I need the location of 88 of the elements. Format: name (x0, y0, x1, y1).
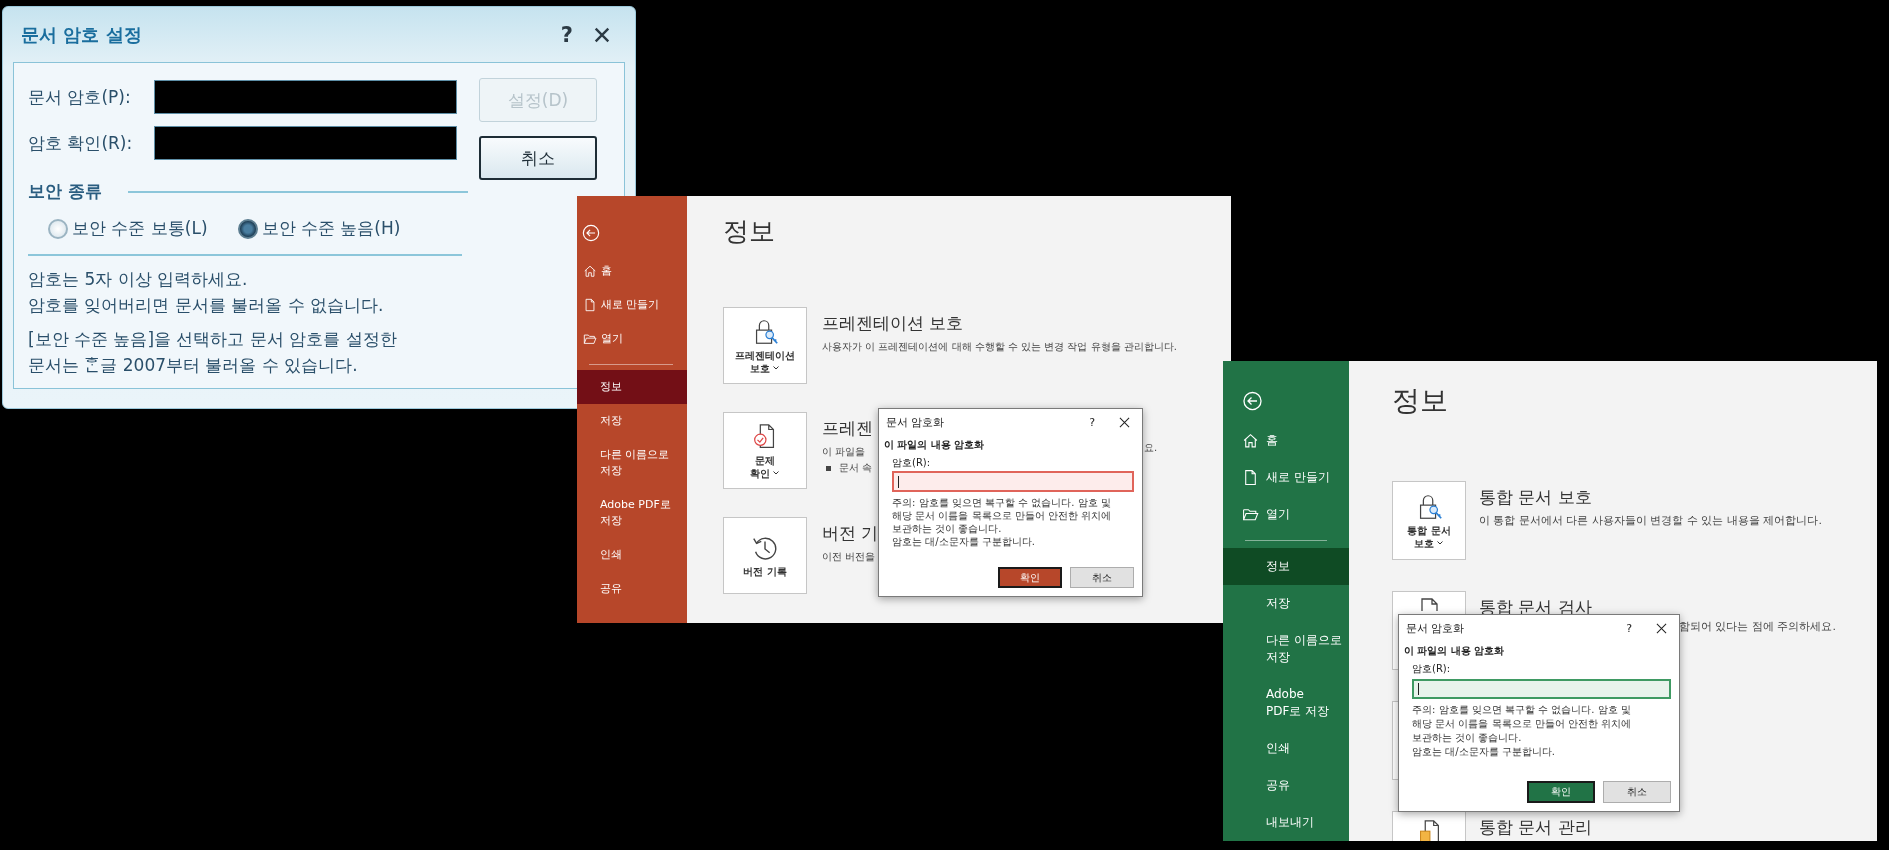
sidebar-item[interactable]: 내보내기 (1223, 804, 1349, 841)
sidebar-item[interactable]: 새로 만들기 (1223, 459, 1349, 497)
radio-label: 보안 수준 높음(H) (261, 217, 401, 240)
dialog-button[interactable]: 취소 (1070, 567, 1134, 588)
sidebar-label: 저장 (1266, 595, 1290, 612)
dialog-title: 문서 암호화 (886, 414, 945, 430)
sidebar-item[interactable]: Adobe PDF로 저장 (1223, 676, 1349, 730)
sidebar-item[interactable]: 홈 (1223, 422, 1349, 460)
description-text: 사용자가 이 프레젠테이션에 대해 수행할 수 있는 변경 작업 유형을 관리합니다. (822, 341, 1177, 352)
sidebar-item[interactable]: 열기 (577, 322, 687, 356)
info-text: [보안 수준 높음]을 선택하고 문서 암호를 설정한 (28, 328, 397, 351)
note-text: 해당 문서 이름을 목록으로 만들어 안전한 위치에 (892, 509, 1112, 522)
note-text: 주의: 암호를 잊으면 복구할 수 없습니다. 암호 및 (892, 496, 1111, 509)
help-button[interactable]: ? (560, 22, 573, 47)
note-text: 암호는 대/소문자를 구분합니다. (1412, 745, 1555, 759)
sidebar-item[interactable]: 새로 만들기 (577, 288, 687, 322)
description-text: 요. (1144, 441, 1158, 455)
sidebar-item[interactable]: 저장 (577, 404, 687, 438)
help-button[interactable]: ? (1626, 621, 1632, 635)
note-text: 보관하는 것이 좋습니다. (892, 522, 1002, 535)
section-heading: 프레젠테이션 보호 (822, 312, 964, 335)
sidebar-label: 저장 (600, 413, 622, 429)
sidebar-label: Adobe PDF로 저장 (1266, 686, 1331, 720)
sidebar-label: 홈 (1266, 432, 1278, 450)
sidebar-label: 다른 이름으로 저장 (1266, 632, 1343, 666)
sidebar-label: 열기 (601, 331, 623, 347)
option-button[interactable]: 통합 문서 보호 (1392, 481, 1466, 560)
sidebar-item[interactable]: 다른 이름으로 저장 (1223, 622, 1349, 676)
sidebar-item[interactable]: 공유 (1223, 767, 1349, 804)
section-title: 보안 종류 (28, 180, 102, 203)
sidebar-item[interactable]: 정보 (1223, 548, 1349, 585)
dialog-title: 문서 암호 설정 (21, 22, 142, 47)
description-text: 함되어 있다는 점에 주의하세요. (1679, 619, 1836, 635)
help-button[interactable]: ? (1089, 415, 1095, 429)
radio-label: 보안 수준 보통(L) (72, 217, 208, 240)
dialog-button[interactable]: 취소 (1603, 781, 1671, 803)
note-text: 암호는 대/소문자를 구분합니다. (892, 535, 1035, 548)
note-text: 주의: 암호를 잊으면 복구할 수 없습니다. 암호 및 (1412, 703, 1631, 717)
description-text: 이 통합 문서에서 다른 사용자들이 변경할 수 있는 내용을 제어합니다. (1479, 514, 1822, 527)
sidebar-label: 열기 (1266, 506, 1290, 524)
description-text: 이전 버전을 (822, 551, 876, 562)
description-text: 이 파일을 (822, 446, 866, 457)
note-text: 보관하는 것이 좋습니다. (1412, 731, 1522, 745)
sidebar-label: 홈 (601, 263, 612, 279)
section-heading: 통합 문서 관리 (1479, 816, 1592, 839)
sidebar-item[interactable]: 홈 (577, 254, 687, 288)
sidebar-item[interactable]: Adobe PDF로 저장 (577, 488, 687, 538)
dialog-heading: 이 파일의 내용 암호화 (884, 438, 985, 452)
sidebar-label: 공유 (1266, 777, 1290, 794)
sidebar-label: 내보내기 (1266, 814, 1314, 831)
sidebar-label: 정보 (1266, 558, 1290, 575)
dialog-button[interactable]: 확인 (998, 567, 1062, 588)
sidebar-label: Adobe PDF로 저장 (600, 497, 672, 529)
sidebar-item[interactable]: 저장 (1223, 585, 1349, 622)
option-button[interactable]: 문제 확인 (723, 412, 807, 489)
dialog-title: 문서 암호화 (1406, 620, 1465, 636)
sidebar-label: 공유 (600, 581, 622, 597)
info-text: 암호를 잊어버리면 문서를 불러올 수 없습니다. (28, 294, 384, 317)
sidebar-label: 인쇄 (600, 547, 622, 563)
dialog-button[interactable]: 취소 (479, 136, 597, 180)
page-heading: 정보 (1392, 383, 1448, 419)
info-text: 문서는 ᄒᆞᆫ글 2007부터 불러올 수 있습니다. (28, 354, 358, 377)
info-text: 암호는 5자 이상 입력하세요. (28, 268, 248, 291)
sidebar-item[interactable]: 열기 (1223, 496, 1349, 534)
dialog-button[interactable]: 확인 (1527, 781, 1595, 803)
field-label: 암호(R): (892, 456, 931, 470)
sidebar-label: 새로 만들기 (1266, 469, 1330, 487)
sidebar-item[interactable]: 인쇄 (1223, 730, 1349, 767)
page-heading: 정보 (723, 215, 775, 248)
list-item-text: 문서 속 (839, 461, 873, 475)
section-heading: 프레젠 (822, 417, 873, 440)
sidebar-item[interactable]: 공유 (577, 572, 687, 606)
option-button[interactable]: 프레젠테이션 보호 (723, 307, 807, 384)
sidebar-item[interactable]: 인쇄 (577, 538, 687, 572)
section-heading: 통합 문서 보호 (1479, 486, 1592, 509)
note-text: 해당 문서 이름을 목록으로 만들어 안전한 위치에 (1412, 717, 1632, 731)
field-label: 문서 암호(P): (28, 85, 132, 109)
sidebar-label: 정보 (600, 379, 622, 395)
sidebar-item[interactable]: 정보 (577, 370, 687, 404)
option-button[interactable]: 버전 기록 (723, 517, 807, 594)
section-heading: 버전 기 (822, 522, 879, 545)
sidebar-label: 인쇄 (1266, 740, 1290, 757)
sidebar-item[interactable]: 다른 이름으로 저장 (577, 438, 687, 488)
sidebar-label: 다른 이름으로 저장 (600, 447, 671, 479)
field-label: 암호(R): (1412, 662, 1451, 676)
sidebar-label: 새로 만들기 (601, 297, 660, 313)
dialog-heading: 이 파일의 내용 암호화 (1404, 644, 1505, 658)
field-label: 암호 확인(R): (28, 131, 134, 155)
